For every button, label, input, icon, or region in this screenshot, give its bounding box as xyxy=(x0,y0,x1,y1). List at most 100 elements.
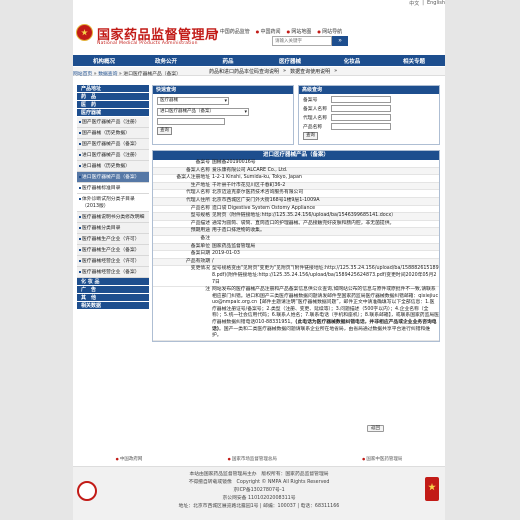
nav-item[interactable]: 药品 xyxy=(197,57,259,65)
detail-title: 进口医疗器械产品（备案） xyxy=(153,151,439,160)
footer-link[interactable]: 国家市场监督管理总局 xyxy=(228,456,277,462)
police-number[interactable]: 11010202008311号 xyxy=(248,496,296,501)
category-select[interactable]: 医疗器械 xyxy=(157,97,229,105)
sidebar-heading[interactable]: 广 告 xyxy=(77,286,149,294)
note-text: 网站发布的医疗器械产品注册和产品备案信息供公众查询,如网站公布的信息与原件或原批… xyxy=(211,287,439,340)
detail-key: 备案人名称 xyxy=(186,167,210,173)
sidebar-item[interactable]: 医疗器械经营企业（备案） xyxy=(77,267,149,278)
breadcrumb-home[interactable]: 网站首页 xyxy=(73,72,92,77)
detail-key: 预期用途 xyxy=(190,228,210,234)
sidebar-item[interactable]: 国产医疗器械产品（备案） xyxy=(77,139,149,150)
sidebar-item[interactable]: 医疗器械说明书分类修改明细 xyxy=(77,212,149,223)
quicklink-item[interactable]: 中国药闻 xyxy=(256,28,281,35)
national-emblem-icon xyxy=(76,24,93,41)
sidebar-heading[interactable]: 化 妆 品 xyxy=(77,278,149,286)
detail-table: 备案号 国械备20190016号 备案人名称 爱乐康有限公司 ALCARE Co., … xyxy=(153,160,439,288)
sidebar-heading[interactable]: 医疗器械 xyxy=(77,109,149,117)
field-label: 产品名称 xyxy=(303,125,323,130)
detail-panel: 进口医疗器械产品（备案） 备案号 国械备20190016号 备案人名称 爱乐康有限公司… xyxy=(152,150,440,342)
sidebar-item[interactable]: 医疗器械分类目录 xyxy=(77,223,149,234)
nav-item[interactable]: 机构概况 xyxy=(73,57,135,65)
sidebar-item[interactable]: 体外诊断试剂分类子目录（2013版） xyxy=(77,194,149,212)
main-nav: 机构概况 政务公开 药品 医疗器械 化妆品 相关专题 xyxy=(73,55,445,66)
filing-number-input[interactable] xyxy=(331,96,391,103)
detail-value: 国械备20190016号 xyxy=(212,160,256,165)
footer-links: 中国政府网 国家市场监督管理总局 国家中医药管理局 xyxy=(73,454,445,464)
query-panels: 快速查询 医疗器械 进口医疗器械产品（备案） 查询 高级查询 备案号 备案人名称… xyxy=(152,85,440,145)
agent-name-input[interactable] xyxy=(331,114,391,121)
nav-item[interactable]: 医疗器械 xyxy=(259,57,321,65)
language-bar: 中文 | English xyxy=(409,0,445,10)
field-label: 备案号 xyxy=(303,98,318,103)
nav-item[interactable]: 政务公开 xyxy=(135,57,197,65)
detail-row: 代理人名称 北京迈迪克豪尔医药技术咨询服务有限公司 xyxy=(153,190,439,198)
party-government-badge-icon[interactable] xyxy=(425,477,439,501)
detail-key: 备注 xyxy=(200,235,210,241)
breadcrumb: 网站首页 » 数据查询 » 进口医疗器械产品（备案） xyxy=(73,70,181,77)
notice-link[interactable]: 药品和进口药品本位码查询说明 xyxy=(209,68,279,75)
sidebar-item[interactable]: 医疗器械经营企业（许可） xyxy=(77,256,149,267)
sidebar-item[interactable]: 国产器械（历史数据） xyxy=(77,128,149,139)
lang-en-link[interactable]: English xyxy=(427,0,445,10)
nav-item[interactable]: 相关专题 xyxy=(383,57,445,65)
footer-link[interactable]: 中国政府网 xyxy=(116,456,143,462)
detail-row: 备注 xyxy=(153,236,439,244)
detail-row: 备案人注册地址 1-2-1 Kinshi, Sumida-ku, Tokyo, J… xyxy=(153,175,439,183)
notice-more[interactable]: » xyxy=(334,68,337,74)
detail-row: 备案单位 国家药品监督管理局 xyxy=(153,243,439,252)
lang-zh-link[interactable]: 中文 xyxy=(409,0,419,10)
back-button[interactable]: 返回 xyxy=(367,425,384,432)
sidebar-item[interactable]: 国产医疗器械产品（注册） xyxy=(77,117,149,128)
detail-row: 变更情况 型号规格变由"见附页"变更为"见附页"(附件链接地址:http://12… xyxy=(153,266,439,288)
sidebar-heading[interactable]: 药 品 xyxy=(77,93,149,101)
breadcrumb-level1[interactable]: 数据查询 xyxy=(98,72,117,77)
product-name-input[interactable] xyxy=(331,123,391,130)
sidebar-item[interactable]: 医疗器械生产企业（许可） xyxy=(77,234,149,245)
nav-item[interactable]: 化妆品 xyxy=(321,57,383,65)
sidebar-heading[interactable]: 相关数据 xyxy=(77,302,149,310)
detail-key: 备案日期 xyxy=(190,251,210,257)
sidebar-item[interactable]: 进口器械（历史数据） xyxy=(77,161,149,172)
notice-link[interactable]: 数据查询使用说明 xyxy=(290,68,330,75)
database-select[interactable]: 进口医疗器械产品（备案） xyxy=(157,108,249,116)
detail-value: 北京市西城区广安门外大街168号1楼9层1-1009A xyxy=(212,197,320,203)
lang-separator: | xyxy=(422,0,424,6)
footer-link[interactable]: 国家中医药管理局 xyxy=(362,456,402,462)
field-label: 代理人名称 xyxy=(303,116,327,121)
quick-query-button[interactable]: 查询 xyxy=(157,127,172,135)
search-input[interactable] xyxy=(272,36,332,46)
detail-value: 2019-01-03 xyxy=(212,251,240,257)
sidebar-heading[interactable]: 其 他 xyxy=(77,294,149,302)
advanced-query-button[interactable]: 查询 xyxy=(303,132,318,140)
detail-key: 代理人住所 xyxy=(186,197,210,203)
sidebar-item[interactable]: 进口医疗器械产品（注册） xyxy=(77,150,149,161)
detail-value: / xyxy=(212,258,214,264)
detail-key: 备案号 xyxy=(195,160,210,165)
footer-police: 京公网安备 11010202008311号 xyxy=(73,495,445,503)
detail-row: 备案号 国械备20190016号 xyxy=(153,160,439,168)
sidebar-item[interactable]: 医疗器械标准目录 xyxy=(77,183,149,194)
detail-key: 代理人名称 xyxy=(186,190,210,196)
sidebar-item[interactable]: 医疗器械生产企业（备案） xyxy=(77,245,149,256)
search-button[interactable]: » xyxy=(332,36,348,46)
notice-separator: » xyxy=(283,68,287,74)
detail-value: 爱乐康有限公司 ALCARE Co., Ltd. xyxy=(212,167,288,173)
footer-address: 地址：北京市西城区展览路北露园1号 | 邮编：100037 | 电话：68311… xyxy=(178,504,340,509)
quick-query-input[interactable] xyxy=(157,118,225,125)
quicklink-item[interactable]: 网站地图 xyxy=(287,28,311,35)
footer-icp[interactable]: 京ICP备13027807号-1 xyxy=(73,487,445,495)
site-identifier-badge-icon[interactable] xyxy=(77,481,97,501)
advanced-field-row: 产品名称 xyxy=(303,123,439,130)
sidebar-heading[interactable]: 产品地址 xyxy=(77,85,149,93)
detail-key: 变更情况 xyxy=(190,266,210,272)
detail-key: 产品名称 xyxy=(190,205,210,211)
sidebar-item[interactable]: 进口医疗器械产品（备案） xyxy=(77,172,149,183)
advanced-field-row: 代理人名称 xyxy=(303,114,439,121)
detail-key: 产品描述 xyxy=(190,220,210,226)
detail-row: 备案日期 2019-01-03 xyxy=(153,251,439,259)
detail-key: 生产地址 xyxy=(190,182,210,188)
filer-name-input[interactable] xyxy=(331,105,391,112)
sidebar-heading[interactable]: 医 药 xyxy=(77,101,149,109)
quicklink-item[interactable]: 网站导航 xyxy=(317,28,342,35)
quicklink-item[interactable]: 中国药品监管 xyxy=(215,28,250,35)
